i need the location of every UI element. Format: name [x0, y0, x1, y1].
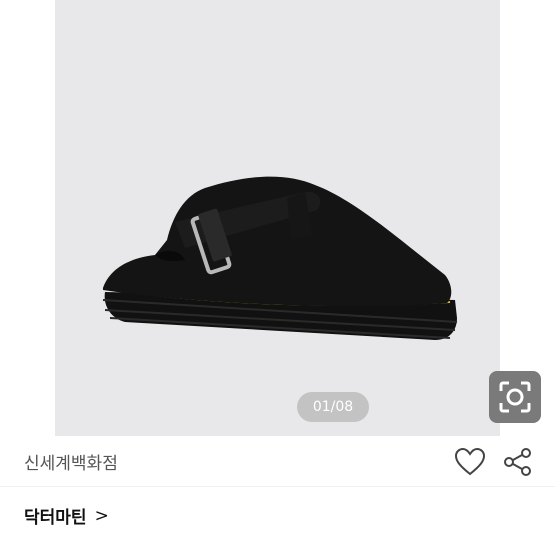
cutoff-text-row [24, 548, 136, 555]
product-gallery[interactable]: 01/08 [55, 0, 500, 436]
product-image [102, 176, 458, 340]
brand-name: 닥터마틴 [24, 508, 87, 528]
image-search-icon [499, 381, 531, 413]
image-page-indicator: 01/08 [297, 392, 369, 422]
seller-name[interactable]: 신세계백화점 [24, 449, 118, 474]
image-search-button[interactable] [489, 371, 541, 423]
brand-link[interactable]: 닥터마틴 > [24, 503, 109, 529]
chevron-right-icon: > [94, 505, 109, 526]
section-divider [0, 486, 555, 487]
share-icon[interactable] [503, 447, 533, 477]
heart-icon[interactable] [454, 446, 486, 478]
